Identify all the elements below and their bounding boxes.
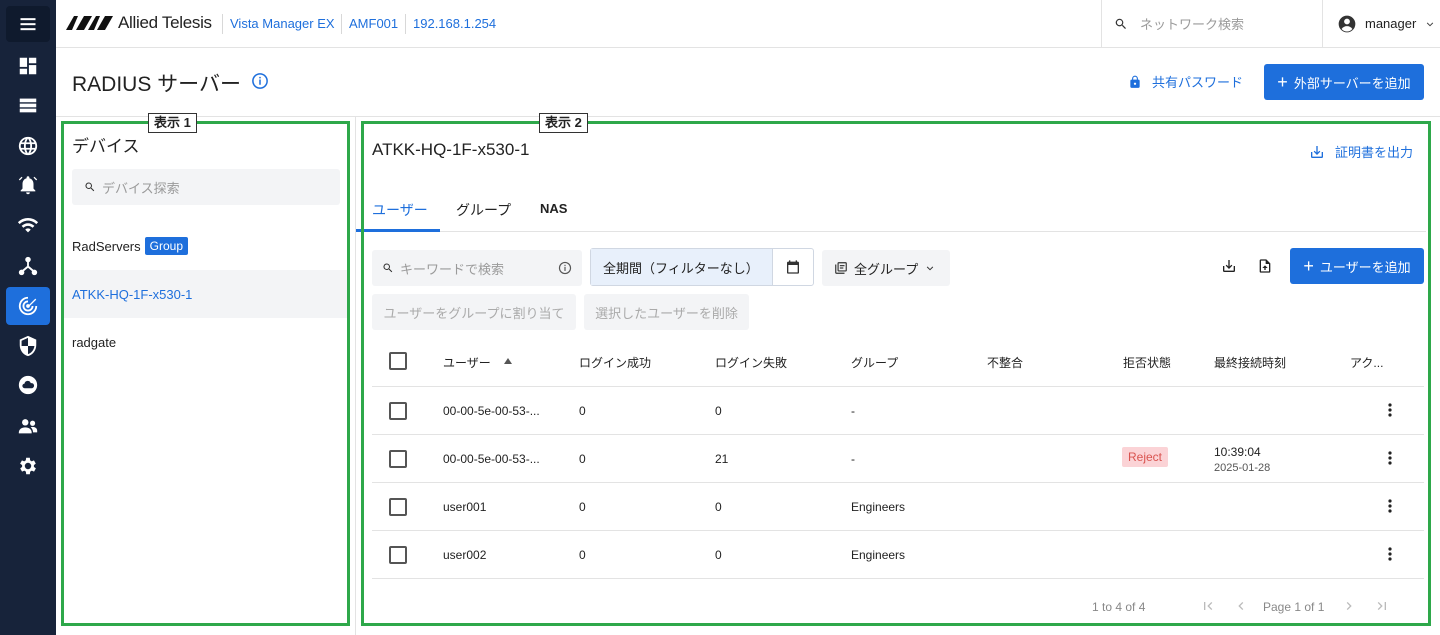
lock-icon	[1130, 75, 1140, 88]
breadcrumb-divider	[222, 14, 223, 34]
side-nav	[0, 0, 56, 635]
nav-list[interactable]	[6, 86, 50, 124]
menu-button[interactable]	[6, 6, 50, 42]
add-external-server-button[interactable]: + 外部サーバーを追加	[1264, 64, 1424, 100]
brand-logo[interactable]: Allied Telesis	[66, 12, 212, 34]
shared-password-link[interactable]: 共有パスワード	[1128, 72, 1243, 91]
breadcrumb-app[interactable]: Vista Manager EX	[230, 16, 335, 31]
cloud-icon	[18, 375, 38, 395]
allied-telesis-logo-icon	[66, 16, 113, 30]
breadcrumb-divider	[405, 14, 406, 34]
radius-target-icon	[18, 296, 38, 316]
breadcrumb-amf[interactable]: AMF001	[349, 16, 398, 31]
nav-wireless[interactable]	[6, 206, 50, 244]
info-icon[interactable]	[251, 72, 269, 90]
panel-divider	[355, 116, 356, 635]
topology-icon	[18, 256, 38, 276]
nav-users[interactable]	[6, 407, 50, 445]
nav-alarms[interactable]	[6, 166, 50, 204]
top-header: Allied Telesis Vista Manager EX AMF001 1…	[56, 0, 1440, 48]
list-icon	[19, 98, 37, 113]
nav-settings[interactable]	[6, 447, 50, 485]
user-menu[interactable]: manager	[1323, 0, 1440, 47]
dashboard-icon	[19, 57, 37, 75]
title-divider	[56, 116, 1440, 117]
plus-icon: +	[1277, 72, 1288, 92]
network-search-input[interactable]: ネットワーク検索	[1101, 0, 1323, 47]
breadcrumb-divider	[341, 14, 342, 34]
chevron-down-icon	[1427, 22, 1434, 26]
page-title: RADIUS サーバー	[72, 73, 241, 96]
annotation-box-view2	[361, 121, 1431, 626]
network-search-placeholder: ネットワーク検索	[1140, 17, 1245, 32]
nav-dashboard[interactable]	[6, 47, 50, 85]
nav-radius[interactable]	[6, 287, 50, 325]
annotation-label-view1: 表示 1	[148, 113, 197, 133]
brand-name: Allied Telesis	[118, 13, 212, 32]
add-external-server-label: 外部サーバーを追加	[1293, 75, 1411, 91]
gear-icon	[20, 457, 36, 475]
globe-icon	[18, 136, 38, 156]
shield-icon	[19, 335, 37, 357]
hamburger-icon	[20, 18, 36, 31]
users-icon	[18, 419, 38, 434]
annotation-label-view2: 表示 2	[539, 113, 588, 133]
search-icon	[1115, 18, 1126, 29]
nav-network[interactable]	[6, 127, 50, 165]
alarm-bell-icon	[18, 176, 38, 195]
nav-topology[interactable]	[6, 247, 50, 285]
annotation-box-view1	[61, 121, 350, 626]
wifi-icon	[17, 218, 39, 233]
account-circle-icon	[1338, 15, 1356, 32]
nav-security[interactable]	[6, 327, 50, 365]
shared-password-label: 共有パスワード	[1152, 75, 1244, 90]
breadcrumb-ip[interactable]: 192.168.1.254	[413, 16, 496, 31]
nav-cloud[interactable]	[6, 366, 50, 404]
user-name: manager	[1365, 16, 1417, 31]
